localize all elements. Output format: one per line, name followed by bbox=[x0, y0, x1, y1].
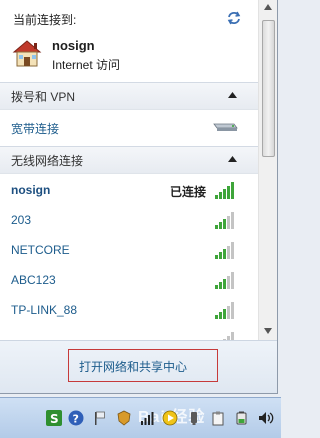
security-icon[interactable] bbox=[116, 410, 132, 426]
scroll-up-icon[interactable] bbox=[264, 4, 272, 10]
current-connection-label: 当前连接到: bbox=[13, 13, 77, 27]
taskbar: Bai 经验 S ? bbox=[0, 397, 281, 438]
battery-icon[interactable] bbox=[234, 410, 250, 426]
wireless-network-item[interactable]: nosign 已连接 bbox=[0, 176, 258, 206]
chevron-up-icon[interactable] bbox=[228, 91, 237, 98]
current-network-access: Internet 访问 bbox=[52, 58, 121, 72]
flag-icon[interactable] bbox=[92, 410, 108, 426]
signal-strength-icon bbox=[215, 212, 234, 229]
wireless-network-item[interactable]: NETCORE bbox=[0, 236, 258, 266]
scroll-down-icon[interactable] bbox=[264, 328, 272, 334]
wireless-network-item[interactable]: TP-LINK_88 bbox=[0, 296, 258, 326]
house-icon bbox=[12, 40, 42, 67]
volume-icon[interactable] bbox=[258, 410, 274, 426]
wireless-network-name: TP-LINK_88 bbox=[11, 303, 78, 317]
usb-icon[interactable] bbox=[186, 410, 202, 426]
media-icon[interactable] bbox=[162, 410, 178, 426]
wireless-network-item[interactable]: 203 bbox=[0, 206, 258, 236]
wireless-network-name: nosign bbox=[11, 183, 51, 197]
wireless-section-title: 无线网络连接 bbox=[11, 154, 84, 168]
help-icon[interactable]: ? bbox=[68, 410, 84, 426]
wireless-section-header[interactable]: 无线网络连接 bbox=[0, 146, 258, 174]
svg-text:S: S bbox=[50, 412, 59, 426]
s-app-icon[interactable]: S bbox=[46, 410, 62, 426]
signal-strength-icon bbox=[215, 272, 234, 289]
signal-strength-icon bbox=[223, 332, 234, 340]
chevron-up-icon[interactable] bbox=[228, 155, 237, 162]
network-tray-icon[interactable] bbox=[140, 410, 156, 426]
clipboard-icon[interactable] bbox=[210, 410, 226, 426]
current-network-name: nosign bbox=[52, 38, 95, 53]
wireless-network-name: 203 bbox=[11, 213, 32, 227]
broadband-connection-item[interactable]: 宽带连接 bbox=[0, 113, 258, 143]
flyout-footer: 打开网络和共享中心 bbox=[0, 340, 277, 393]
network-flyout: 当前连接到: nosign Internet 访问 拨号和 VPN 宽带连接 无… bbox=[0, 0, 278, 394]
signal-strength-icon bbox=[215, 182, 234, 199]
open-network-sharing-center-link[interactable]: 打开网络和共享中心 bbox=[68, 349, 218, 382]
svg-text:?: ? bbox=[73, 413, 79, 426]
signal-strength-icon bbox=[215, 242, 234, 259]
signal-strength-icon bbox=[215, 302, 234, 319]
current-connection-header: 当前连接到: nosign Internet 访问 bbox=[0, 0, 258, 80]
wireless-network-name: ABC123 bbox=[11, 273, 56, 287]
open-network-sharing-center-label: 打开网络和共享中心 bbox=[79, 360, 188, 374]
wireless-network-item-partial[interactable] bbox=[0, 326, 258, 340]
scrollbar-thumb[interactable] bbox=[262, 20, 275, 157]
refresh-icon[interactable] bbox=[226, 10, 242, 26]
network-list-scrollbar[interactable] bbox=[258, 0, 277, 340]
dialup-section-title: 拨号和 VPN bbox=[11, 90, 76, 104]
broadband-connection-label: 宽带连接 bbox=[11, 122, 60, 136]
wireless-network-name: NETCORE bbox=[11, 243, 70, 257]
wireless-network-item[interactable]: ABC123 bbox=[0, 266, 258, 296]
connection-status: 已连接 bbox=[170, 185, 207, 199]
dialup-section-header[interactable]: 拨号和 VPN bbox=[0, 82, 258, 110]
modem-icon bbox=[213, 123, 238, 131]
